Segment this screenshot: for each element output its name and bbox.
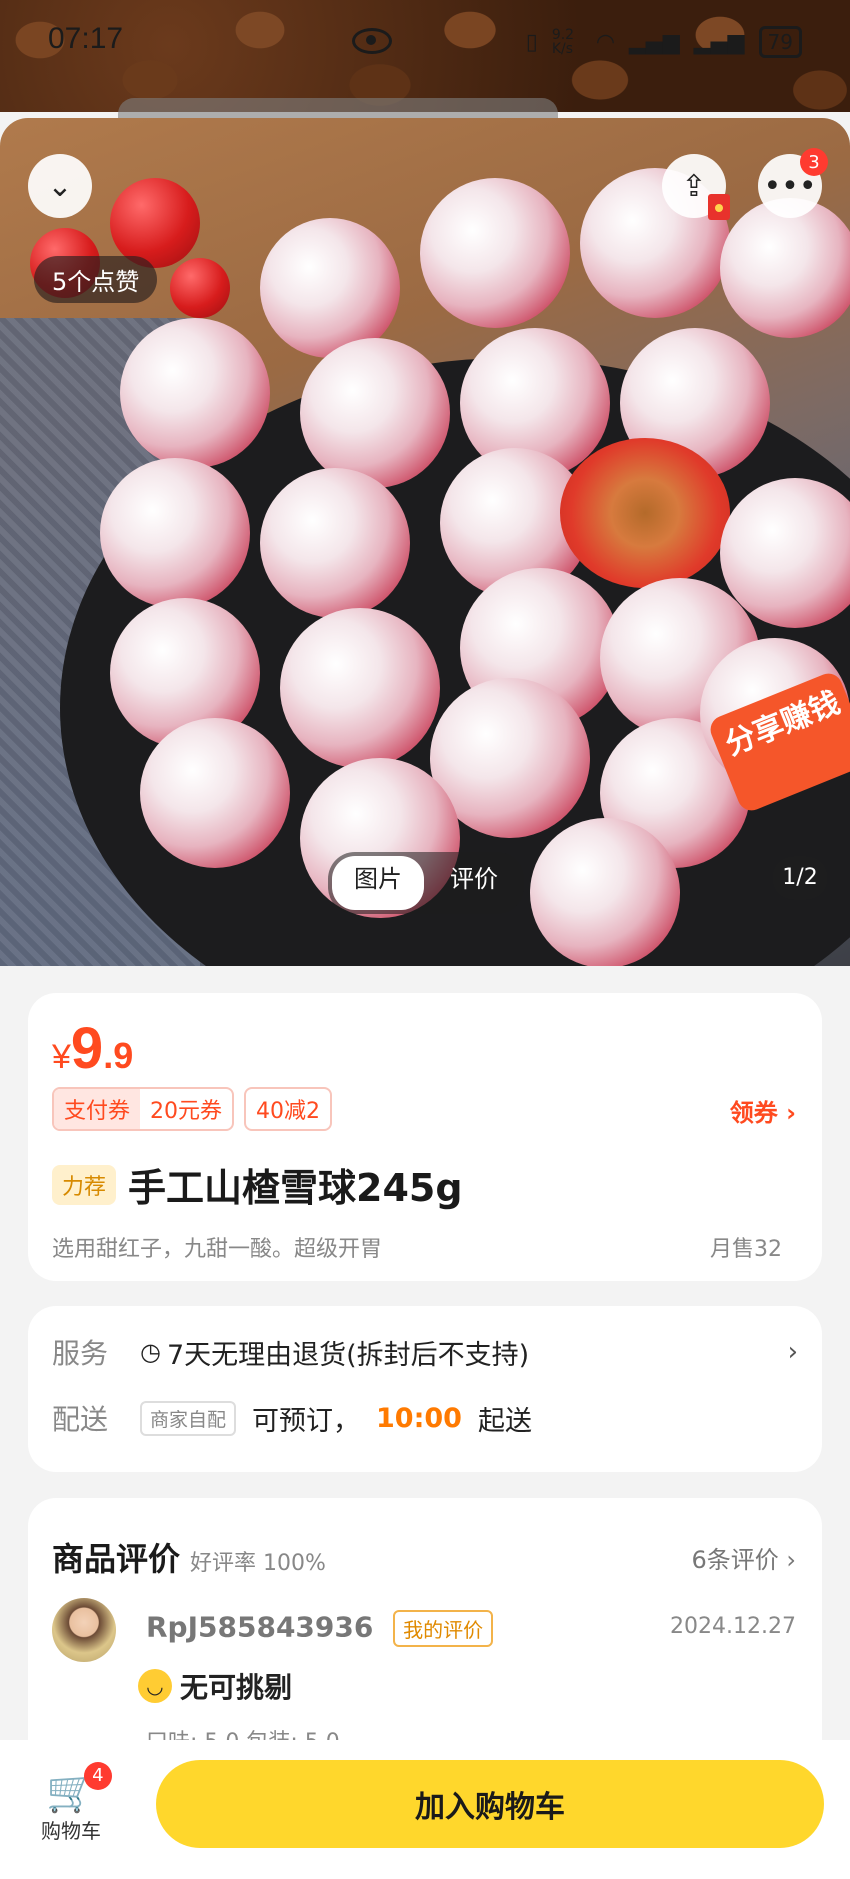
product-image-gallery[interactable]: ⌄ ⇪ ••• 3 5个点赞 分享赚钱 图片 评价 1/2 xyxy=(0,118,850,966)
delivery-row: 配送 商家自配 可预订， 10:00 起送 xyxy=(52,1398,532,1438)
good-rate: 好评率 100% xyxy=(190,1551,326,1576)
smile-icon: ◡ xyxy=(138,1669,172,1703)
snowball-candy xyxy=(260,218,400,358)
wifi-icon: ◠ xyxy=(595,29,616,55)
snowball-candy xyxy=(720,198,850,338)
cart-label: 购物车 xyxy=(41,1819,101,1843)
chevron-right-icon: › xyxy=(786,1099,796,1127)
coupon-tag[interactable]: 支付券 20元券 xyxy=(52,1087,235,1131)
review-content: ◡ 无可挑剔 xyxy=(138,1666,292,1706)
snowball-candy xyxy=(530,818,680,966)
service-label: 服务 xyxy=(52,1337,109,1370)
currency-symbol: ¥ xyxy=(52,1038,71,1076)
snowball-candy xyxy=(280,608,440,768)
hawthorn-fruit xyxy=(110,178,200,268)
bottom-bar: 🛒 4 购物车 加入购物车 xyxy=(0,1740,850,1879)
cut-hawthorn xyxy=(560,438,730,588)
review-username: RpJ585843936 xyxy=(146,1610,374,1644)
likes-count: 5个点赞 xyxy=(34,256,158,303)
delivery-text: 可预订， xyxy=(252,1405,361,1437)
snowball-candy xyxy=(120,318,270,468)
coupon-label: 支付券 xyxy=(54,1089,141,1129)
cart-icon: 🛒 4 xyxy=(46,1762,112,1815)
get-coupon-link[interactable]: 领券 › xyxy=(730,1093,796,1128)
delivery-time: 10:00 xyxy=(376,1402,462,1434)
price-integer: 9 xyxy=(70,1016,104,1081)
share-icon: ⇪ xyxy=(681,168,707,204)
more-button[interactable]: ••• 3 xyxy=(758,148,828,218)
battery-indicator: 79 xyxy=(758,26,802,58)
reviews-count: 6条评价 xyxy=(691,1546,779,1574)
monthly-sales: 月售32 xyxy=(710,1237,782,1262)
check-circle-icon: ◷ xyxy=(140,1338,161,1366)
signal-icon: ▂▄▆ xyxy=(629,29,680,55)
product-title: 手工山楂雪球245g xyxy=(128,1166,463,1210)
cart-button[interactable]: 🛒 4 购物车 xyxy=(34,1762,112,1844)
service-row[interactable]: 服务 ◷ 7天无理由退货(拆封后不支持) › xyxy=(52,1332,798,1372)
my-review-badge: 我的评价 xyxy=(393,1610,494,1647)
chevron-right-icon: › xyxy=(787,1337,798,1367)
signal-icon-2: ▂▄▆ xyxy=(693,29,745,55)
get-coupon-label: 领券 xyxy=(729,1099,778,1127)
delivery-tag: 商家自配 xyxy=(140,1400,237,1436)
delivery-label: 配送 xyxy=(52,1403,109,1436)
eye-icon xyxy=(352,28,392,54)
avatar[interactable] xyxy=(52,1598,116,1662)
snowball-candy xyxy=(100,458,250,608)
gallery-switch: 图片 评价 xyxy=(328,852,524,914)
tab-pictures[interactable]: 图片 xyxy=(332,856,424,910)
share-button[interactable]: ⇪ xyxy=(662,154,730,220)
discount-label: 40减2 xyxy=(256,1099,321,1124)
net-speed: 9.2 K/s xyxy=(551,27,575,57)
coupon-value: 20元券 xyxy=(150,1099,223,1124)
collapse-button[interactable]: ⌄ xyxy=(28,154,92,218)
service-text: 7天无理由退货(拆封后不支持) xyxy=(166,1339,530,1371)
vibrate-icon: ▯ xyxy=(525,29,538,55)
snowball-candy xyxy=(260,468,410,618)
chevron-down-icon: ⌄ xyxy=(47,168,73,204)
reviews-header: 商品评价 好评率 100% xyxy=(52,1534,326,1580)
price-decimal: .9 xyxy=(103,1035,134,1076)
snowball-candy xyxy=(140,718,290,868)
tab-reviews[interactable]: 评价 xyxy=(428,856,520,910)
review-user: RpJ585843936 我的评价 xyxy=(146,1610,494,1647)
reviews-count-link[interactable]: 6条评价 › xyxy=(691,1540,796,1575)
status-time: 07:17 xyxy=(48,22,124,55)
red-packet-icon xyxy=(708,194,730,220)
snowball-candy xyxy=(300,338,450,488)
image-pager: 1/2 xyxy=(772,856,828,900)
product-info-card: ¥9.9 支付券 20元券 40减2 领券 › 力荐 手工山楂雪球245g 选用… xyxy=(28,993,822,1281)
product-sheet: ⌄ ⇪ ••• 3 5个点赞 分享赚钱 图片 评价 1/2 ¥9.9 支付券 2… xyxy=(0,118,850,1879)
status-icons: ▯ 9.2 K/s ◠ ▂▄▆ ▂▄▆ 79 xyxy=(526,26,802,58)
add-to-cart-button[interactable]: 加入购物车 xyxy=(156,1760,824,1848)
status-bar: 07:17 ▯ 9.2 K/s ◠ ▂▄▆ ▂▄▆ 79 xyxy=(0,0,850,112)
title-row: 力荐 手工山楂雪球245g xyxy=(52,1157,463,1212)
delivery-suffix: 起送 xyxy=(477,1405,532,1437)
review-date: 2024.12.27 xyxy=(670,1614,796,1639)
price: ¥9.9 xyxy=(52,1015,133,1082)
product-description: 选用甜红子，九甜一酸。超级开胃 xyxy=(52,1237,383,1262)
snowball-candy xyxy=(420,178,570,328)
service-card[interactable]: 服务 ◷ 7天无理由退货(拆封后不支持) › 配送 商家自配 可预订， 10:0… xyxy=(28,1306,822,1472)
notification-badge: 3 xyxy=(800,148,828,176)
hawthorn-fruit xyxy=(170,258,230,318)
cart-count-badge: 4 xyxy=(83,1762,112,1790)
discount-tag[interactable]: 40减2 xyxy=(244,1087,333,1131)
review-text: 无可挑剔 xyxy=(180,1671,293,1704)
recommend-badge: 力荐 xyxy=(52,1164,117,1205)
chevron-right-icon: › xyxy=(786,1546,796,1574)
coupon-tags: 支付券 20元券 40减2 xyxy=(52,1087,333,1131)
reviews-title: 商品评价 xyxy=(52,1540,181,1578)
